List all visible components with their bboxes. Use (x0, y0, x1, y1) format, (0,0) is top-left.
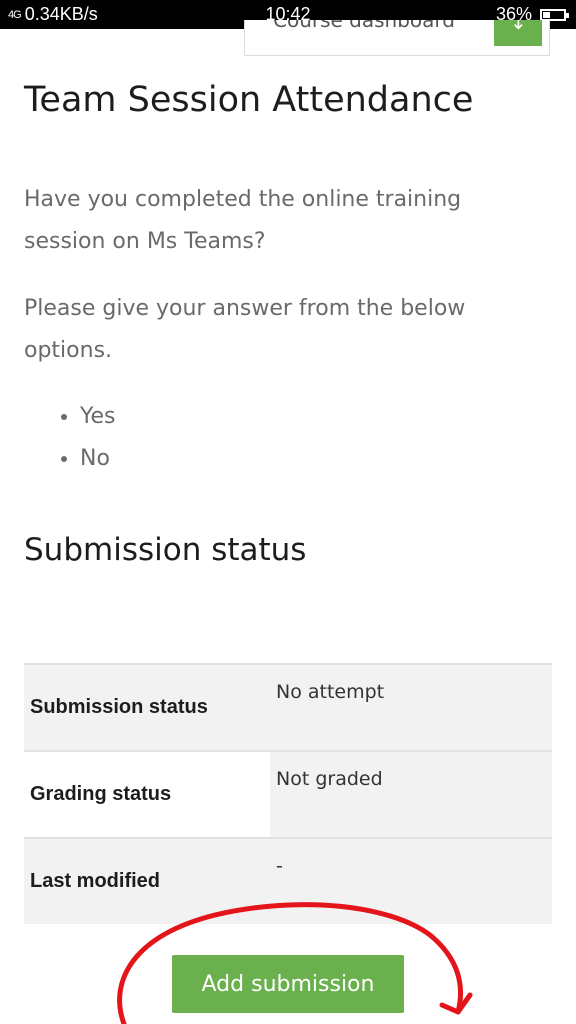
table-row: Submission status No attempt (24, 664, 552, 751)
list-item: No (80, 438, 116, 480)
add-submission-button[interactable]: Add submission (172, 955, 404, 1013)
battery-icon (540, 8, 569, 21)
list-item: Yes (80, 396, 116, 438)
course-dashboard-label: Course dashboard (273, 20, 455, 32)
row-label: Grading status (24, 751, 270, 838)
row-label: Submission status (30, 696, 208, 718)
question-text: Have you completed the online training s… (24, 187, 462, 254)
table-row: Last modified - (24, 838, 552, 924)
submission-status-table: Submission status No attempt Grading sta… (24, 663, 552, 924)
table-row: Grading status Not graded (24, 751, 552, 838)
submission-status-heading: Submission status (24, 532, 307, 568)
arrow-icon: ↓ (510, 20, 527, 34)
course-dashboard-button[interactable]: Course dashboard ↓ (244, 20, 550, 56)
row-value: - (276, 855, 283, 877)
page-title: Team Session Attendance (24, 80, 474, 120)
course-dashboard-toggle[interactable]: ↓ (494, 20, 542, 46)
row-value: Not graded (270, 751, 552, 838)
instruction-text: Please give your answer from the below o… (24, 296, 466, 363)
row-label: Last modified (30, 870, 161, 892)
options-list: Yes No (24, 396, 116, 480)
row-value: No attempt (276, 681, 385, 703)
